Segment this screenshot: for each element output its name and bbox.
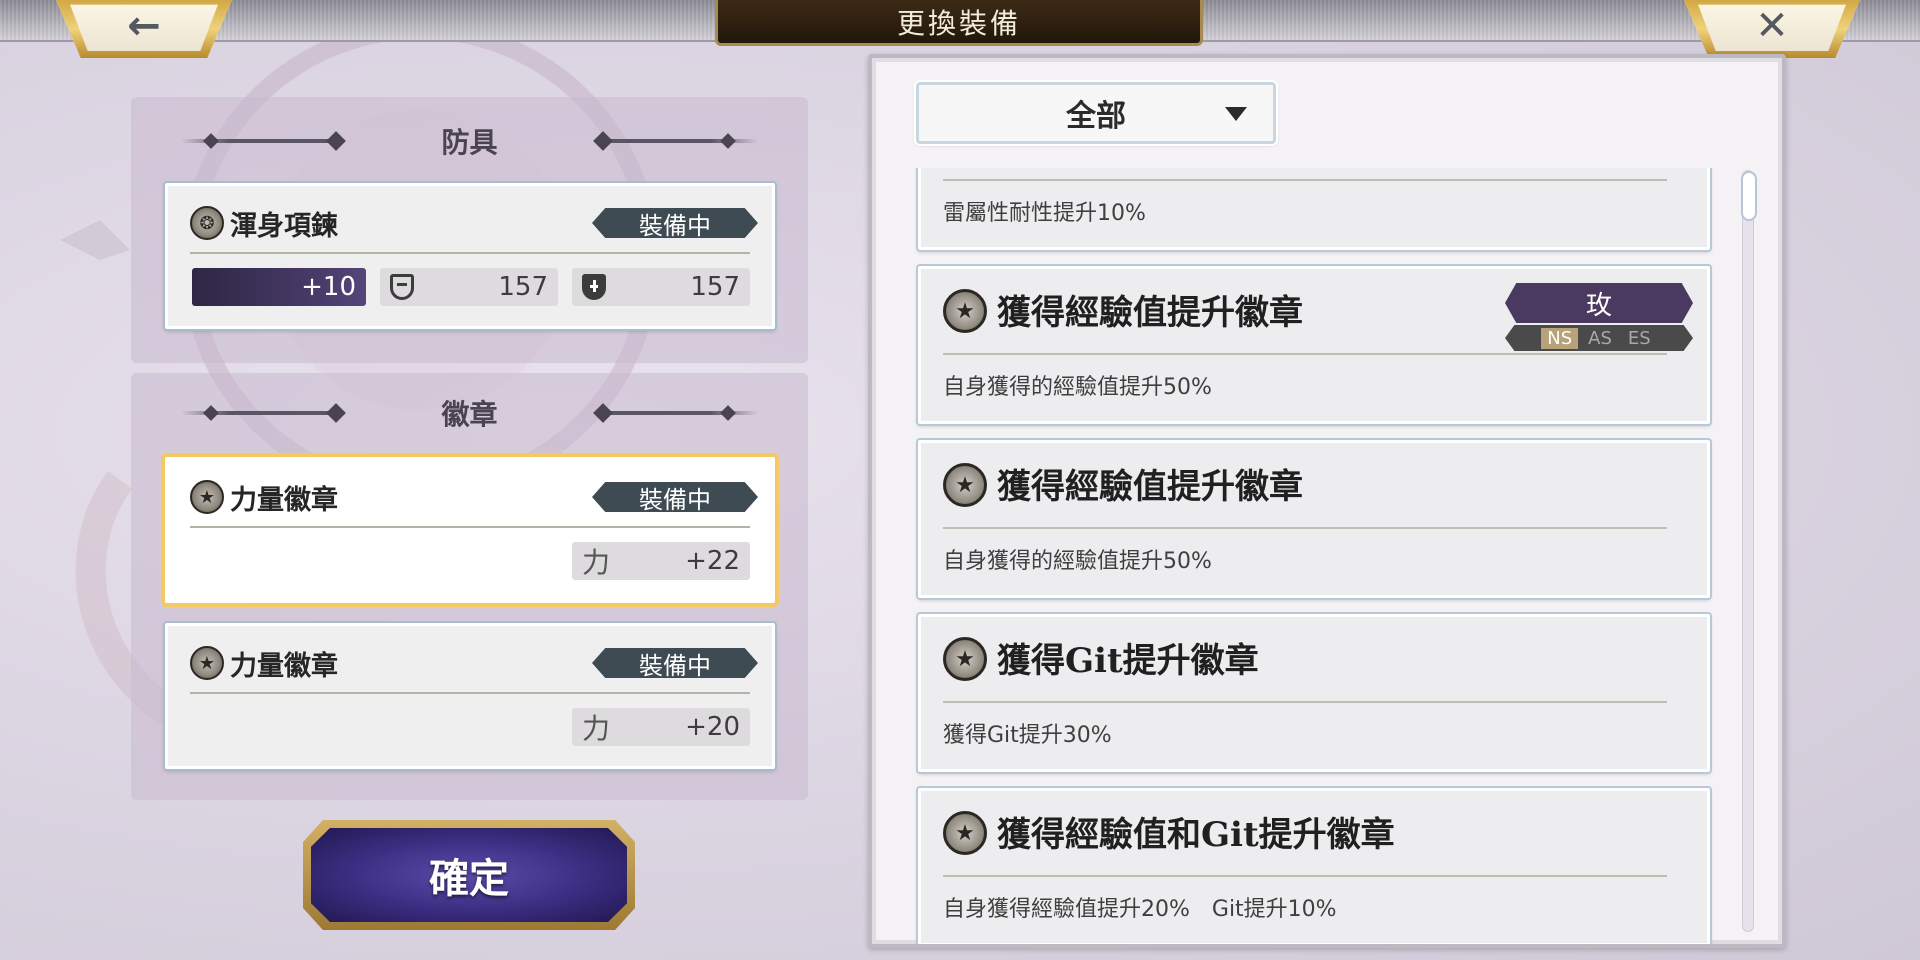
scrollbar-thumb[interactable] [1741,171,1757,221]
equipped-tag: 裝備中 [592,648,758,678]
divider [190,526,750,528]
armor-section: 防具 ❂ 渾身項鍊 裝備中 +10 157 157 [131,97,808,363]
confirm-button[interactable]: 確定 [303,820,635,930]
armor-section-title: 防具 [441,126,498,159]
header-ornament-right [598,139,758,143]
armor-section-header: 防具 [131,121,808,161]
divider [943,701,1667,703]
badge-slot-card[interactable]: ★ 力量徽章 裝備中 力 +20 [165,623,775,769]
star-badge-icon: ★ [943,289,987,333]
equipped-tag: 裝備中 [592,208,758,238]
equipment-list[interactable]: ★ 雷屬性耐性提升10% ★ 獲得經驗值提升徽章 玫 NS AS ES 自身獲得… [872,168,1782,944]
close-button[interactable]: ✕ [1684,0,1860,58]
item-description: 自身獲得的經驗值提升50% [943,549,1212,574]
item-description: 雷屬性耐性提升10% [943,201,1146,226]
list-item[interactable]: ★ 獲得Git提升徽章 獲得Git提升30% [918,614,1710,772]
star-badge-icon: ★ [943,637,987,681]
power-stat-value: +22 [685,546,740,576]
magic-defense-stat: 157 [572,268,750,306]
item-name: 獲得經驗值和Git提升徽章 [997,815,1395,855]
divider [943,179,1667,181]
mode-flag-es: ES [1627,327,1651,349]
shield-icon [390,274,414,300]
equipment-list-panel: 全部 ★ 雷屬性耐性提升10% ★ 獲得經驗值提升徽章 玫 NS AS ES 自… [868,54,1786,948]
power-stat: 力 +22 [572,542,750,580]
badge-section-header: 徽章 [131,393,808,433]
mode-flag-as: AS [1588,327,1612,349]
item-name: 獲得經驗值提升徽章 [997,293,1303,333]
item-description: 自身獲得經驗值提升20% Git提升10% [943,897,1337,922]
header-ornament-left [181,411,341,415]
badge-name: 力量徽章 [230,484,338,516]
badge-name-row: ★ 力量徽章 裝備中 [190,480,758,516]
item-description: 自身獲得的經驗值提升50% [943,375,1212,400]
divider [943,527,1667,529]
star-badge-icon: ★ [943,463,987,507]
header-ornament-right [598,411,758,415]
armor-stats: +10 157 157 [190,268,750,306]
chevron-down-icon [1225,107,1247,121]
equipped-tag: 裝備中 [592,482,758,512]
mode-flag-ns: NS [1541,327,1579,349]
item-description: 獲得Git提升30% [943,723,1112,748]
badge-name-row: ★ 力量徽章 裝備中 [190,646,758,682]
rarity-badge: 玫 NS AS ES [1505,283,1693,351]
magic-defense-value: 157 [690,272,740,302]
star-badge-icon: ★ [190,646,224,680]
badge-name: 力量徽章 [230,650,338,682]
back-button[interactable]: ← [56,0,232,58]
star-badge-icon: ★ [943,811,987,855]
badge-section-title: 徽章 [441,398,498,431]
close-icon: ✕ [1755,3,1789,49]
filter-dropdown[interactable]: 全部 [916,82,1276,144]
screen-title: 更換裝備 [896,6,1021,40]
header-ornament-left [181,139,341,143]
list-scrollbar[interactable] [1741,170,1757,932]
badge-section: 徽章 ★ 力量徽章 裝備中 力 +22 ★ 力量徽章 裝備中 力 +20 [131,373,808,800]
armor-name: 渾身項鍊 [230,210,338,242]
defense-value: 157 [498,272,548,302]
screen-title-plate: 更換裝備 [715,0,1203,46]
item-name: 獲得經驗值提升徽章 [997,467,1303,507]
power-stat-label: 力 [582,712,611,745]
list-item[interactable]: ★ 雷屬性耐性提升10% [918,168,1710,250]
list-item[interactable]: ★ 獲得經驗值提升徽章 玫 NS AS ES 自身獲得的經驗值提升50% [918,266,1710,424]
filter-value: 全部 [1066,99,1126,134]
enhance-level-value: +10 [301,272,356,302]
power-stat: 力 +20 [572,708,750,746]
armor-name-row: ❂ 渾身項鍊 裝備中 [190,206,758,242]
badge-stats: 力 +20 [190,708,750,746]
power-stat-label: 力 [582,546,611,579]
back-arrow-icon: ← [127,3,161,49]
badge-stats: 力 +22 [190,542,750,580]
enhance-level: +10 [192,268,366,306]
divider [943,353,1667,355]
list-item[interactable]: ★ 獲得經驗值提升徽章 自身獲得的經驗值提升50% [918,440,1710,598]
defense-stat: 157 [380,268,558,306]
badge-slot-card[interactable]: ★ 力量徽章 裝備中 力 +22 [165,457,775,603]
rank-label: 玫 [1505,283,1693,323]
item-name: 獲得Git提升徽章 [997,641,1259,681]
confirm-label: 確定 [311,828,627,922]
armor-slot-card[interactable]: ❂ 渾身項鍊 裝備中 +10 157 157 [165,183,775,329]
power-stat-value: +20 [685,712,740,742]
shield-plus-icon [582,274,606,300]
list-item[interactable]: ★ 獲得經驗值和Git提升徽章 自身獲得經驗值提升20% Git提升10% [918,788,1710,944]
mode-flags: NS AS ES [1505,325,1693,351]
divider [943,875,1667,877]
necklace-icon: ❂ [190,206,224,240]
divider [190,692,750,694]
divider [190,252,750,254]
star-badge-icon: ★ [190,480,224,514]
